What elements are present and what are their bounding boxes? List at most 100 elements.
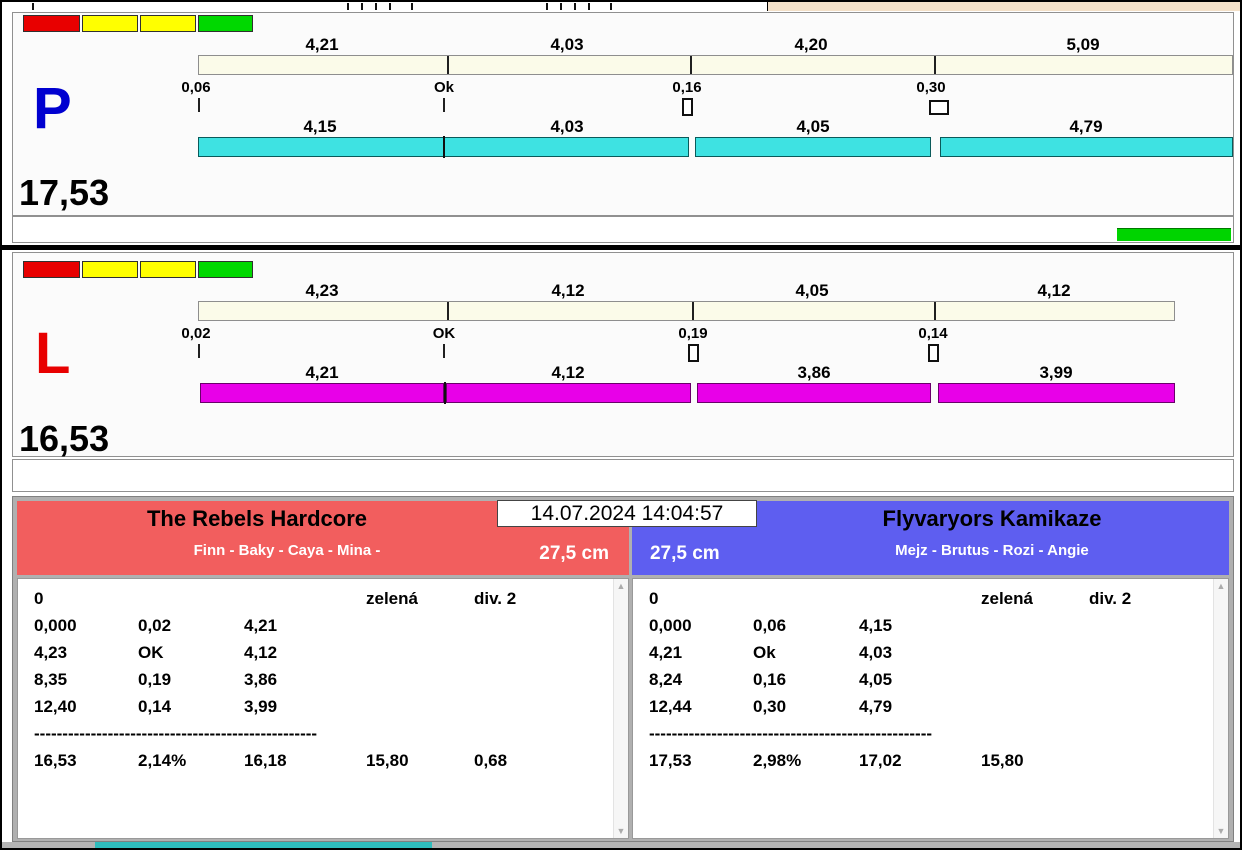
light-yellow-1[interactable]	[82, 15, 138, 32]
lane-p-interval-3: 4,20	[741, 35, 881, 55]
toolbar-tick	[361, 3, 363, 10]
toolbar-tick	[574, 3, 576, 10]
light-red[interactable]	[23, 261, 80, 278]
lane-p-fault-box-1[interactable]	[682, 98, 693, 116]
result-row: 12,400,143,99	[18, 693, 628, 720]
lane-l-fault-box-2[interactable]	[928, 344, 939, 362]
result-row: 4,23OK4,12	[18, 639, 628, 666]
meter-divider	[690, 56, 692, 74]
result-row: 0,0000,064,15	[633, 612, 1228, 639]
lane-l-tick-2	[443, 344, 445, 358]
status-value: 0	[34, 585, 138, 612]
lane-p-run-bar-3	[695, 137, 931, 157]
lane-p-mark-3: 0,16	[637, 79, 737, 96]
lane-panel-l: 4,23 4,12 4,05 4,12 0,02 OK 0,19 0,14 4,…	[12, 252, 1234, 457]
result-row: 12,440,304,79	[633, 693, 1228, 720]
separator-row: ----------------------------------------…	[633, 720, 1228, 747]
separator-row: ----------------------------------------…	[18, 720, 628, 747]
lane-l-letter: L	[35, 326, 70, 382]
team-dogs-right: Mejz - Brutus - Rozi - Angie	[752, 542, 1232, 559]
card-value: zelená	[366, 585, 474, 612]
lane-l-dogtime-3: 3,86	[744, 363, 884, 383]
team-height-left: 27,5 cm	[539, 543, 609, 565]
lane-l-interval-3: 4,05	[742, 281, 882, 301]
lane-p-mark-4: 0,30	[881, 79, 981, 96]
team-dogs-left: Finn - Baky - Caya - Mina -	[17, 542, 557, 559]
lane-l-dogtime-2: 4,12	[498, 363, 638, 383]
lane-p-interval-4: 5,09	[1013, 35, 1153, 55]
light-green[interactable]	[198, 15, 253, 32]
lane-p-fault-box-2[interactable]	[929, 100, 949, 115]
taskbar-item	[95, 842, 432, 848]
lane-l-interval-2: 4,12	[498, 281, 638, 301]
lane-p-dogtime-4: 4,79	[1016, 117, 1156, 137]
lane-panel-p: 4,21 4,03 4,20 5,09 0,06 Ok 0,16 0,30 4,…	[12, 12, 1234, 216]
team-height-right: 27,5 cm	[650, 543, 720, 565]
result-row: 0,0000,024,21	[18, 612, 628, 639]
lane-p-mark-2: Ok	[394, 79, 494, 96]
meter-divider	[934, 302, 936, 320]
result-row: 8,240,164,05	[633, 666, 1228, 693]
lane-l-mark-3: 0,19	[643, 325, 743, 342]
lane-l-fault-box-1[interactable]	[688, 344, 699, 362]
lane-l-status-row	[12, 459, 1234, 492]
lane-p-tick-2	[443, 98, 445, 112]
light-yellow-2[interactable]	[140, 15, 196, 32]
meter-divider	[447, 56, 449, 74]
run-bar-divider	[443, 136, 445, 158]
light-green[interactable]	[198, 261, 253, 278]
result-row: 8,350,193,86	[18, 666, 628, 693]
lane-l-dogtime-4: 3,99	[986, 363, 1126, 383]
meter-divider	[692, 302, 694, 320]
toolbar-remnant	[2, 2, 1240, 11]
lane-l-dogtime-1: 4,21	[252, 363, 392, 383]
lane-l-meter-bar	[198, 301, 1175, 321]
lane-p-dogtime-2: 4,03	[497, 117, 637, 137]
toolbar-tick	[610, 3, 612, 10]
lane-l-run-bar-4	[938, 383, 1175, 403]
run-bar-divider	[444, 382, 446, 404]
lane-p-total-time: 17,53	[19, 173, 109, 213]
result-row: 4,21Ok4,03	[633, 639, 1228, 666]
lane-p-progress-bar	[1117, 228, 1231, 241]
light-red[interactable]	[23, 15, 80, 32]
lane-l-run-bar-2	[446, 383, 691, 403]
toolbar-tick	[347, 3, 349, 10]
toolbar-tick	[32, 3, 34, 10]
division-value: div. 2	[474, 585, 516, 612]
lane-p-run-bar-1	[198, 137, 444, 157]
team-result-bodies: 0zelenádiv. 2 0,0000,024,21 4,23OK4,12 8…	[17, 578, 1229, 839]
results-panel: The Rebels Hardcore Finn - Baky - Caya -…	[12, 496, 1234, 842]
result-header-row: 0 zelenádiv. 2	[18, 585, 628, 612]
bottom-edge-strip	[2, 842, 1240, 848]
scroll-down-icon[interactable]: ▼	[1214, 826, 1228, 836]
toolbar-tick	[560, 3, 562, 10]
toolbar-tick	[375, 3, 377, 10]
status-value: 0	[649, 585, 753, 612]
toolbar-beige-area	[767, 2, 1240, 11]
scroll-up-icon[interactable]: ▲	[614, 581, 628, 591]
datetime-display: 14.07.2024 14:04:57	[497, 500, 757, 527]
card-value: zelená	[981, 585, 1089, 612]
summary-row: 17,532,98%17,0215,80	[633, 747, 1228, 774]
meter-divider	[447, 302, 449, 320]
toolbar-tick	[588, 3, 590, 10]
scrollbar[interactable]: ▲ ▼	[613, 579, 628, 838]
result-area-right[interactable]: 0zelenádiv. 2 0,0000,064,15 4,21Ok4,03 8…	[632, 578, 1229, 839]
lane-p-run-bar-2	[444, 137, 689, 157]
timing-app-window: 4,21 4,03 4,20 5,09 0,06 Ok 0,16 0,30 4,…	[0, 0, 1242, 850]
lane-l-run-bar-3	[697, 383, 931, 403]
scroll-up-icon[interactable]: ▲	[1214, 581, 1228, 591]
lane-l-mark-4: 0,14	[883, 325, 983, 342]
lane-l-run-bar-1	[200, 383, 444, 403]
result-header-row: 0zelenádiv. 2	[633, 585, 1228, 612]
scrollbar[interactable]: ▲ ▼	[1213, 579, 1228, 838]
toolbar-tick	[546, 3, 548, 10]
lane-l-mark-2: OK	[394, 325, 494, 342]
light-yellow-2[interactable]	[140, 261, 196, 278]
toolbar-tick	[411, 3, 413, 10]
lane-l-total-time: 16,53	[19, 419, 109, 459]
result-area-left[interactable]: 0 zelenádiv. 2 0,0000,024,21 4,23OK4,12 8…	[17, 578, 629, 839]
light-yellow-1[interactable]	[82, 261, 138, 278]
scroll-down-icon[interactable]: ▼	[614, 826, 628, 836]
